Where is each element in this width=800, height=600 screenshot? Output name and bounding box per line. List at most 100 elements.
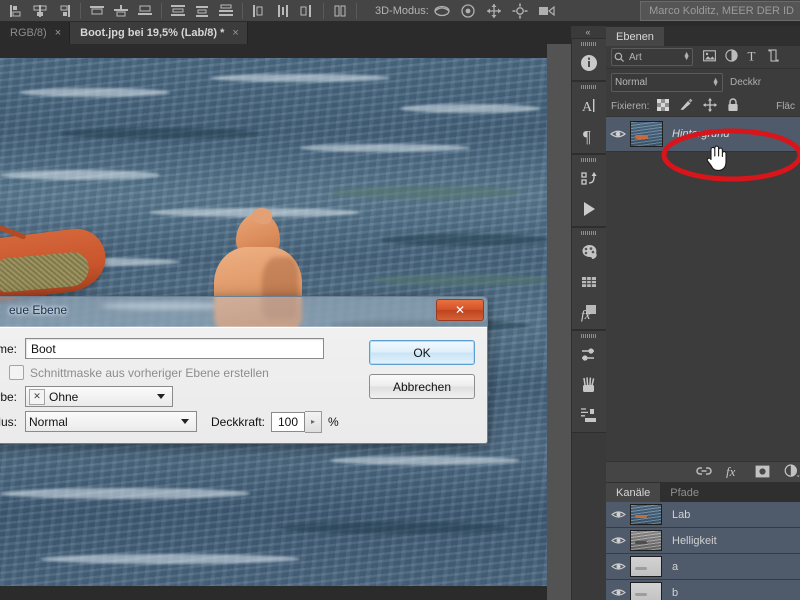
dialog-titlebar[interactable]: eue Ebene ✕	[0, 297, 487, 327]
distribute-left-edges-icon[interactable]	[248, 2, 270, 20]
close-tab-icon[interactable]: ×	[55, 27, 61, 39]
layer-row-hintergrund[interactable]: Hintergrund	[606, 116, 800, 152]
layer-name-input[interactable]: Boot	[25, 338, 324, 359]
channel-visibility-toggle[interactable]	[606, 509, 630, 520]
document-tab-active[interactable]: Boot.jpg bei 19,5% (Lab/8) * ×	[70, 22, 248, 44]
close-tab-icon[interactable]: ×	[232, 27, 238, 39]
tab-ebenen[interactable]: Ebenen	[606, 27, 664, 46]
toolbar-separator	[323, 2, 324, 19]
layer-mode-select[interactable]: Normal	[25, 411, 197, 432]
dock-grip[interactable]	[572, 39, 606, 48]
toolbar-separator	[80, 2, 81, 19]
layers-panel-empty-area	[606, 152, 800, 436]
tab-pfade[interactable]: Pfade	[660, 483, 710, 502]
layers-panel: Ebenen Art ▲ ▼ T Normal ▲ ▼ Deckkr Fixie…	[606, 26, 800, 481]
slide-3d-object-icon[interactable]	[509, 2, 533, 20]
blend-mode-value: Normal	[615, 77, 648, 88]
channel-row-a[interactable]: a	[606, 554, 800, 580]
link-layers-icon[interactable]	[696, 465, 712, 480]
brush-presets-panel-icon[interactable]	[572, 400, 606, 430]
blend-mode-select[interactable]: Normal ▲ ▼	[611, 73, 723, 92]
add-layer-mask-icon[interactable]	[755, 465, 770, 481]
dock-grip[interactable]	[572, 331, 606, 340]
paragraph-panel-icon[interactable]: ¶	[572, 121, 606, 151]
rotate-3d-object-icon[interactable]	[431, 2, 455, 20]
brush-panel-icon[interactable]	[572, 370, 606, 400]
channel-name-label: Helligkeit	[672, 534, 717, 547]
document-tab-title: Boot.jpg bei 19,5% (Lab/8) *	[80, 27, 225, 39]
svg-text:T: T	[748, 49, 756, 62]
roll-3d-object-icon[interactable]	[457, 2, 481, 20]
channel-visibility-toggle[interactable]	[606, 561, 630, 572]
align-top-edges-icon[interactable]	[86, 2, 108, 20]
align-vertical-centers-icon[interactable]	[110, 2, 132, 20]
channel-visibility-toggle[interactable]	[606, 587, 630, 598]
opacity-spinner-icon[interactable]: ▸	[305, 410, 323, 433]
channel-row-helligkeit[interactable]: Helligkeit	[606, 528, 800, 554]
adjustments-panel-icon[interactable]	[572, 340, 606, 370]
channel-thumbnail[interactable]	[630, 504, 662, 525]
align-right-edges-icon[interactable]	[53, 2, 75, 20]
adjustment-layer-filter-icon[interactable]	[725, 49, 738, 65]
dock-grip[interactable]	[572, 228, 606, 237]
dock-group-info	[572, 38, 606, 81]
lock-transparent-pixels-icon[interactable]	[657, 98, 670, 114]
color-label: Farbe:	[0, 389, 17, 404]
clipping-mask-label: Schnittmaske aus vorheriger Ebene erstel…	[30, 365, 269, 380]
distribute-right-edges-icon[interactable]	[296, 2, 318, 20]
align-left-edges-icon[interactable]	[5, 2, 27, 20]
layer-color-select[interactable]: ✕ Ohne	[25, 386, 173, 407]
lock-position-icon[interactable]	[703, 97, 718, 115]
lock-all-icon[interactable]	[727, 97, 739, 115]
distribute-horizontal-centers-icon[interactable]	[272, 2, 294, 20]
channel-row-b[interactable]: b	[606, 580, 800, 600]
character-panel-icon[interactable]: A	[572, 91, 606, 121]
layer-styles-fx-icon[interactable]: fx	[726, 464, 741, 481]
collapse-dock-icon[interactable]: «	[571, 26, 605, 38]
svg-text:fx: fx	[581, 307, 591, 322]
type-layer-filter-icon[interactable]: T	[747, 49, 759, 65]
channel-thumbnail[interactable]	[630, 530, 662, 551]
distribute-bottom-edges-icon[interactable]	[215, 2, 237, 20]
distribute-top-edges-icon[interactable]	[167, 2, 189, 20]
channel-thumbnail[interactable]	[630, 556, 662, 577]
tab-kanaele[interactable]: Kanäle	[606, 483, 661, 502]
layer-thumbnail[interactable]	[630, 121, 663, 147]
channel-row-lab[interactable]: Lab	[606, 502, 800, 528]
align-bottom-edges-icon[interactable]	[134, 2, 156, 20]
cancel-button[interactable]: Abbrechen	[369, 374, 475, 399]
layer-color-value: Ohne	[49, 389, 79, 404]
dock-grip[interactable]	[572, 82, 606, 91]
shape-layer-filter-icon[interactable]	[768, 49, 779, 65]
swatches-panel-icon[interactable]	[572, 267, 606, 297]
dock-grip[interactable]	[572, 155, 606, 164]
blend-mode-stepper-icon[interactable]: ▲ ▼	[712, 77, 719, 88]
pixel-layer-filter-icon[interactable]	[703, 49, 716, 65]
clipping-mask-checkbox[interactable]	[9, 365, 24, 380]
close-icon[interactable]: ✕	[436, 299, 484, 321]
layer-visibility-toggle[interactable]	[606, 128, 630, 140]
timeline-panel-icon[interactable]	[572, 194, 606, 224]
styles-panel-icon[interactable]: fx	[572, 297, 606, 327]
adjustment-layer-icon[interactable]	[784, 464, 800, 481]
filter-stepper-icon[interactable]: ▲ ▼	[683, 51, 690, 62]
align-horizontal-centers-icon[interactable]	[29, 2, 51, 20]
document-tab-title: RGB/8)	[10, 27, 47, 39]
color-panel-icon[interactable]	[572, 237, 606, 267]
document-tab-inactive[interactable]: RGB/8) ×	[0, 22, 71, 44]
auto-align-layers-icon[interactable]	[329, 2, 351, 20]
options-bar: 3D-Modus: Marco Kolditz, MEER DER ID	[0, 0, 800, 22]
actions-panel-icon[interactable]	[572, 164, 606, 194]
channel-thumbnail[interactable]	[630, 582, 662, 600]
photoshop-window: 3D-Modus: Marco Kolditz, MEER DER ID RGB…	[0, 0, 800, 600]
opacity-input[interactable]: 100	[271, 411, 306, 432]
scale-3d-object-icon[interactable]	[535, 2, 559, 20]
distribute-vertical-centers-icon[interactable]	[191, 2, 213, 20]
pan-3d-object-icon[interactable]	[483, 2, 507, 20]
info-panel-icon[interactable]	[572, 48, 606, 78]
ok-button[interactable]: OK	[369, 340, 475, 365]
lock-image-pixels-icon[interactable]	[679, 98, 693, 114]
channel-visibility-toggle[interactable]	[606, 535, 630, 546]
layer-name-label[interactable]: Hintergrund	[672, 128, 729, 140]
layer-filter-type-select[interactable]: Art ▲ ▼	[611, 48, 693, 66]
